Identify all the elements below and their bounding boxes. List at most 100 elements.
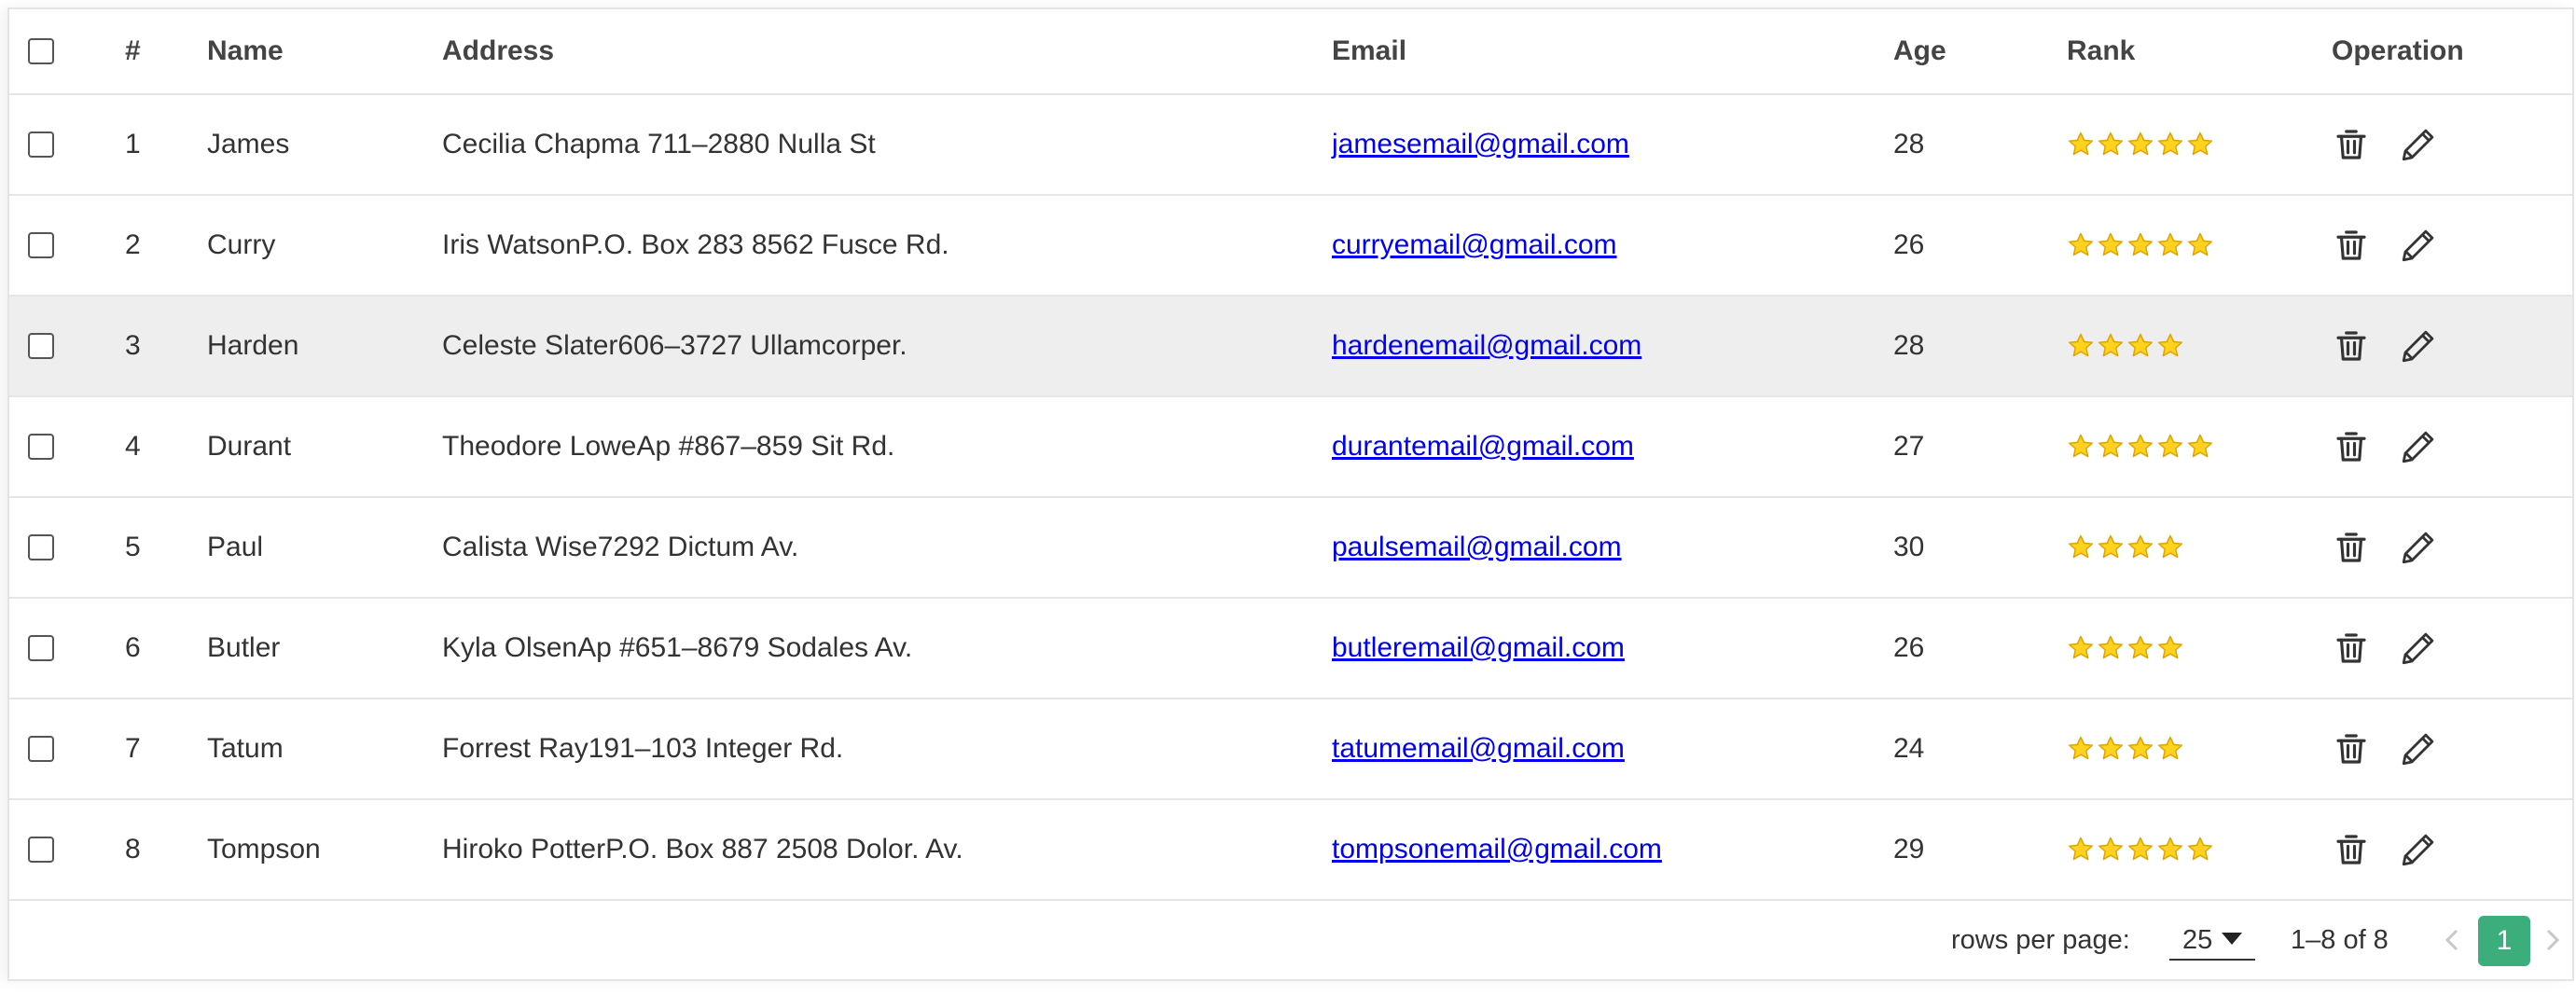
row-select-cell — [28, 498, 54, 597]
row-email-cell: curryemail@gmail.com — [1332, 196, 1617, 295]
star-icon — [2126, 332, 2154, 360]
table-row: 1 James Cecilia Chapma 711–2880 Nulla St ja… — [9, 95, 2572, 196]
column-header-age: Age — [1893, 35, 1946, 66]
star-icon — [2126, 433, 2154, 461]
table-row: 6 Butler Kyla OlsenAp #651–8679 Sodales Av… — [9, 599, 2572, 699]
row-name: Tatum — [207, 733, 284, 764]
pencil-icon[interactable] — [2399, 427, 2438, 466]
pencil-icon[interactable] — [2399, 528, 2438, 567]
star-icon — [2097, 634, 2125, 662]
star-icon — [2156, 231, 2184, 259]
pencil-icon[interactable] — [2399, 125, 2438, 164]
pencil-icon[interactable] — [2399, 729, 2438, 768]
row-email-cell: hardenemail@gmail.com — [1332, 297, 1641, 395]
column-header-name: Name — [207, 35, 284, 66]
pencil-icon[interactable] — [2399, 326, 2438, 366]
row-select-cell — [28, 599, 54, 698]
email-link[interactable]: tatumemail@gmail.com — [1332, 733, 1625, 765]
star-icon — [2067, 433, 2095, 461]
row-operations — [2332, 397, 2438, 496]
row-checkbox[interactable] — [28, 434, 54, 460]
row-operations — [2332, 599, 2438, 698]
star-icon — [2097, 836, 2125, 864]
row-age: 30 — [1893, 532, 1925, 562]
rows-per-page-value: 25 — [2182, 924, 2213, 955]
star-icon — [2126, 836, 2154, 864]
row-checkbox[interactable] — [28, 534, 54, 560]
star-icon — [2186, 836, 2214, 864]
star-icon — [2067, 231, 2095, 259]
rank-stars — [2067, 131, 2214, 159]
star-icon — [2156, 836, 2184, 864]
next-page-button[interactable] — [2533, 921, 2570, 959]
row-email-cell: durantemail@gmail.com — [1332, 397, 1634, 496]
pagination-range: 1–8 of 8 — [2291, 924, 2389, 955]
select-all-checkbox[interactable] — [28, 38, 54, 64]
row-name: James — [207, 129, 290, 159]
row-select-cell — [28, 196, 54, 295]
row-name: Harden — [207, 330, 299, 361]
row-address: Iris WatsonP.O. Box 283 8562 Fusce Rd. — [442, 229, 949, 260]
row-operations — [2332, 297, 2438, 395]
star-icon — [2156, 332, 2184, 360]
page-button-current[interactable]: 1 — [2478, 916, 2530, 966]
table-row: 2 Curry Iris WatsonP.O. Box 283 8562 Fusce… — [9, 196, 2572, 297]
rows-per-page-label: rows per page: — [1951, 924, 2130, 955]
row-checkbox[interactable] — [28, 635, 54, 661]
trash-icon[interactable] — [2332, 729, 2371, 768]
row-operations — [2332, 800, 2438, 899]
email-link[interactable]: curryemail@gmail.com — [1332, 229, 1617, 261]
row-checkbox[interactable] — [28, 131, 54, 158]
row-number: 1 — [125, 129, 141, 159]
email-link[interactable]: tompsonemail@gmail.com — [1332, 834, 1662, 865]
email-link[interactable]: durantemail@gmail.com — [1332, 431, 1634, 463]
column-header-address: Address — [442, 35, 555, 66]
trash-icon[interactable] — [2332, 528, 2371, 567]
email-link[interactable]: paulsemail@gmail.com — [1332, 532, 1622, 563]
row-address: Cecilia Chapma 711–2880 Nulla St — [442, 129, 876, 159]
trash-icon[interactable] — [2332, 629, 2371, 668]
email-link[interactable]: hardenemail@gmail.com — [1332, 330, 1641, 362]
row-select-cell — [28, 800, 54, 899]
row-number: 3 — [125, 330, 141, 361]
row-name: Durant — [207, 431, 292, 462]
row-select-cell — [28, 95, 54, 194]
star-icon — [2186, 231, 2214, 259]
email-link[interactable]: butleremail@gmail.com — [1332, 632, 1625, 664]
pencil-icon[interactable] — [2399, 830, 2438, 869]
previous-page-button[interactable] — [2434, 921, 2472, 959]
row-age: 29 — [1893, 834, 1925, 865]
row-name: Tompson — [207, 834, 321, 865]
rank-stars — [2067, 433, 2214, 461]
rank-stars — [2067, 533, 2184, 561]
email-link[interactable]: jamesemail@gmail.com — [1332, 129, 1629, 160]
trash-icon[interactable] — [2332, 226, 2371, 265]
table-row: 8 Tompson Hiroko PotterP.O. Box 887 2508 D… — [9, 800, 2572, 901]
pencil-icon[interactable] — [2399, 226, 2438, 265]
row-address: Forrest Ray191–103 Integer Rd. — [442, 733, 844, 764]
rows-per-page-select[interactable]: 25 — [2169, 921, 2255, 961]
column-header-email: Email — [1332, 35, 1407, 66]
row-address: Hiroko PotterP.O. Box 887 2508 Dolor. Av… — [442, 834, 963, 865]
trash-icon[interactable] — [2332, 830, 2371, 869]
row-checkbox[interactable] — [28, 736, 54, 762]
table-row: 3 Harden Celeste Slater606–3727 Ullamcorpe… — [9, 297, 2572, 397]
table-row: 4 Durant Theodore LoweAp #867–859 Sit Rd. d… — [9, 397, 2572, 498]
rank-stars — [2067, 735, 2184, 763]
trash-icon[interactable] — [2332, 125, 2371, 164]
row-email-cell: tatumemail@gmail.com — [1332, 699, 1625, 798]
row-checkbox[interactable] — [28, 232, 54, 258]
trash-icon[interactable] — [2332, 326, 2371, 366]
row-rank — [2067, 397, 2214, 496]
row-operations — [2332, 196, 2438, 295]
row-checkbox[interactable] — [28, 837, 54, 863]
trash-icon[interactable] — [2332, 427, 2371, 466]
pencil-icon[interactable] — [2399, 629, 2438, 668]
row-checkbox[interactable] — [28, 333, 54, 359]
row-age: 26 — [1893, 632, 1925, 663]
row-address: Kyla OlsenAp #651–8679 Sodales Av. — [442, 632, 913, 663]
row-email-cell: paulsemail@gmail.com — [1332, 498, 1622, 597]
star-icon — [2156, 433, 2184, 461]
star-icon — [2126, 231, 2154, 259]
row-operations — [2332, 498, 2438, 597]
